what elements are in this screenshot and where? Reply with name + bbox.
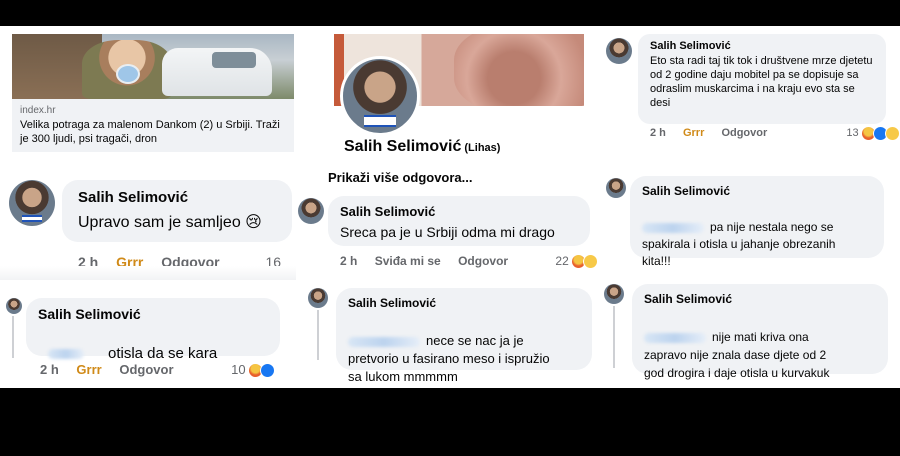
comment-text: Sreca pa je u Srbiji odma mi drago <box>340 224 555 240</box>
comment-meta: 2 h Grrr Odgovor 13 <box>650 126 900 141</box>
link-source: index.hr <box>20 105 56 116</box>
reaction-count[interactable]: 13 <box>846 127 858 139</box>
like-reaction-icon <box>260 363 276 379</box>
redacted-mention <box>642 222 704 233</box>
link-title[interactable]: Velika potraga za malenom Dankom (2) u S… <box>20 119 280 145</box>
profile-nickname: (Lihas) <box>464 142 501 154</box>
react-button[interactable]: Grrr <box>683 127 704 139</box>
comment-author[interactable]: Salih Selimović <box>642 184 872 198</box>
avatar[interactable] <box>9 180 55 226</box>
comment-text: nece se nac ja je pretvorio u fasirano m… <box>348 333 550 384</box>
comment-time[interactable]: 2 h <box>650 127 666 139</box>
comment-bubble: Salih Selimović pa nije nestala nego se … <box>630 176 884 268</box>
avatar[interactable] <box>606 178 626 198</box>
cropped-row-divider <box>0 266 296 280</box>
avatar[interactable] <box>298 198 324 224</box>
profile-header: Salih Selimović (Lihas) <box>344 138 500 156</box>
thread-line <box>12 316 14 358</box>
comment-text: pa nije nestala nego se spakirala i otis… <box>642 220 836 268</box>
redacted-mention <box>348 336 420 347</box>
react-button[interactable]: Grrr <box>76 362 101 377</box>
comment-text: nije mati kriva ona zapravo nije znala d… <box>644 330 830 380</box>
link-preview-info[interactable]: index.hr Velika potraga za malenom Danko… <box>12 99 294 152</box>
reaction-count[interactable]: 10 <box>231 362 245 377</box>
comment-text: otisla da se kara <box>38 328 268 362</box>
comment-text: Eto sta radi taj tik tok i društvene mrz… <box>650 55 873 109</box>
comment-meta: 2 h Grrr Odgovor 10 <box>40 362 276 379</box>
comment-meta: 2 h Sviđa mi se Odgovor 22 <box>340 254 599 270</box>
sad-reaction-icon <box>583 254 599 270</box>
comment-time[interactable]: 2 h <box>340 254 357 268</box>
haha-reaction-icon <box>884 126 900 141</box>
thread-line <box>317 310 319 360</box>
comment-bubble: Salih Selimović Eto sta radi taj tik tok… <box>638 34 886 124</box>
avatar[interactable] <box>606 38 632 64</box>
reply-button[interactable]: Odgovor <box>119 362 173 377</box>
comment-author[interactable]: Salih Selimović <box>650 40 874 52</box>
comment-author[interactable]: Salih Selimović <box>348 296 580 310</box>
comment-time[interactable]: 2 h <box>40 362 59 377</box>
comment-author[interactable]: Salih Selimović <box>78 189 276 206</box>
show-more-replies-link[interactable]: Prikaži više odgovora... <box>328 170 473 185</box>
profile-name[interactable]: Salih Selimović <box>344 138 461 155</box>
like-button[interactable]: Sviđa mi se <box>375 254 441 268</box>
redacted-mention <box>644 332 706 343</box>
link-preview-image[interactable] <box>12 34 294 99</box>
reply-button[interactable]: Odgovor <box>721 127 767 139</box>
screenshot-collage: index.hr Velika potraga za malenom Danko… <box>0 26 900 388</box>
comment-bubble: Salih Selimović Sreca pa je u Srbiji odm… <box>328 196 590 246</box>
comment-bubble: Salih Selimović nije mati kriva ona zapr… <box>632 284 888 380</box>
comment-author[interactable]: Salih Selimović <box>340 204 578 219</box>
comment-bubble: Salih Selimović nece se nac ja je pretvo… <box>336 288 592 384</box>
profile-avatar[interactable] <box>340 56 420 136</box>
comment-author[interactable]: Salih Selimović <box>38 306 268 322</box>
comment-text: Upravo sam je samljeo 😢 <box>78 214 262 231</box>
thread-line <box>613 306 615 368</box>
reply-button[interactable]: Odgovor <box>458 254 508 268</box>
avatar[interactable] <box>6 298 22 314</box>
comment-author[interactable]: Salih Selimović <box>644 292 876 306</box>
avatar[interactable] <box>308 288 328 308</box>
comment-bubble: Salih Selimović otisla da se kara <box>26 298 280 362</box>
comment-bubble: Salih Selimović Upravo sam je samljeo 😢 <box>62 180 292 242</box>
redacted-mention <box>48 349 84 360</box>
reaction-count[interactable]: 22 <box>555 254 568 268</box>
avatar[interactable] <box>604 284 624 304</box>
